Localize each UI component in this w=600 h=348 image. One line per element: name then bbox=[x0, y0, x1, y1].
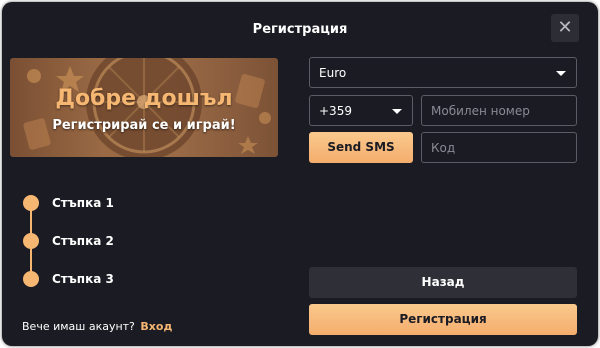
currency-value: Euro bbox=[319, 65, 347, 80]
login-prompt: Вече имаш акаунт? bbox=[22, 320, 135, 333]
modal-title: Регистрация bbox=[252, 22, 348, 37]
send-sms-button[interactable]: Send SMS bbox=[309, 132, 413, 163]
registration-modal: Регистрация ✕ Добре дошъл Регистрирай се… bbox=[2, 2, 598, 346]
login-link[interactable]: Вход bbox=[140, 320, 172, 333]
step-label: Стъпка 1 bbox=[52, 196, 114, 210]
phone-code-select[interactable]: +359 bbox=[309, 95, 413, 126]
close-icon: ✕ bbox=[557, 17, 573, 38]
step-dot bbox=[23, 271, 39, 287]
step-dot bbox=[23, 233, 39, 249]
back-button[interactable]: Назад bbox=[309, 267, 577, 298]
step-progress: Стъпка 1 Стъпка 2 Стъпка 3 bbox=[20, 192, 220, 292]
login-prompt-row: Вече имаш акаунт? Вход bbox=[22, 320, 172, 333]
welcome-banner: Добре дошъл Регистрирай се и играй! bbox=[10, 58, 278, 157]
code-placeholder: Код bbox=[431, 140, 456, 155]
mobile-number-input[interactable]: Мобилен номер bbox=[421, 95, 577, 126]
chevron-down-icon bbox=[556, 70, 566, 76]
code-input[interactable]: Код bbox=[421, 132, 577, 163]
chevron-down-icon bbox=[392, 108, 402, 114]
banner-title: Добре дошъл bbox=[55, 86, 233, 111]
currency-select[interactable]: Euro bbox=[309, 57, 577, 88]
step-label: Стъпка 3 bbox=[52, 272, 114, 286]
banner-subtitle: Регистрирай се и играй! bbox=[52, 118, 236, 133]
step-label: Стъпка 2 bbox=[52, 234, 114, 248]
phone-code-value: +359 bbox=[319, 103, 352, 118]
step-dot bbox=[23, 195, 39, 211]
register-button[interactable]: Регистрация bbox=[309, 304, 577, 335]
close-button[interactable]: ✕ bbox=[551, 14, 579, 42]
mobile-number-placeholder: Мобилен номер bbox=[431, 103, 530, 118]
